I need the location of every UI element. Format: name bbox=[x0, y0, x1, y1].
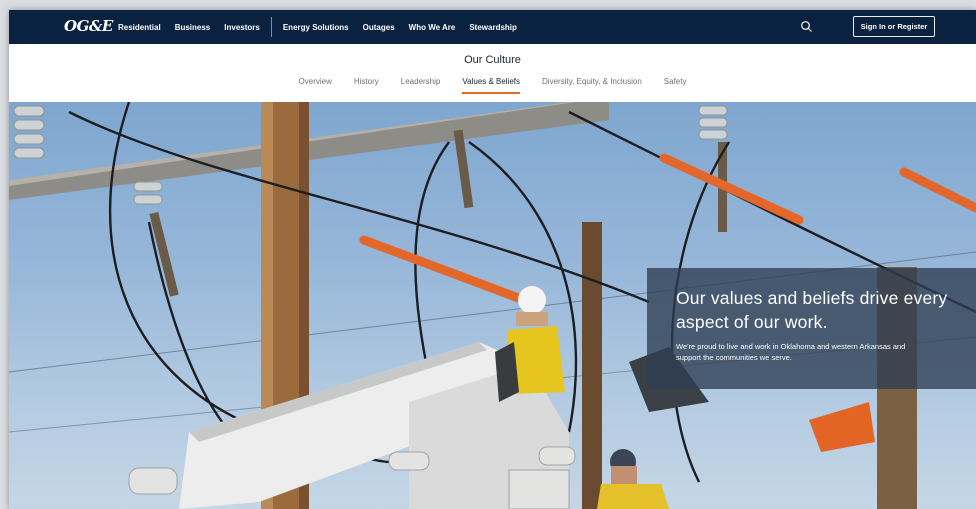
sign-in-register-button[interactable]: Sign In or Register bbox=[853, 16, 935, 37]
tab-history[interactable]: History bbox=[354, 77, 379, 94]
hero-banner: Our values and beliefs drive every aspec… bbox=[9, 102, 976, 509]
search-icon[interactable] bbox=[800, 20, 813, 33]
nav-item-business[interactable]: Business bbox=[175, 23, 211, 32]
nav-item-stewardship[interactable]: Stewardship bbox=[469, 23, 517, 32]
nav-divider bbox=[270, 17, 272, 37]
top-navigation-bar: OG&E Residential Business Investors Ener… bbox=[9, 10, 976, 44]
nav-item-investors[interactable]: Investors bbox=[224, 23, 260, 32]
primary-nav: Residential Business Investors Energy So… bbox=[118, 10, 531, 44]
section-tabs: Overview History Leadership Values & Bel… bbox=[9, 77, 976, 94]
tab-diversity-equity-inclusion[interactable]: Diversity, Equity, & Inclusion bbox=[542, 77, 642, 94]
section-title: Our Culture bbox=[464, 54, 521, 66]
nav-item-outages[interactable]: Outages bbox=[363, 23, 395, 32]
tab-leadership[interactable]: Leadership bbox=[401, 77, 441, 94]
nav-item-who-we-are[interactable]: Who We Are bbox=[409, 23, 456, 32]
browser-page: OG&E Residential Business Investors Ener… bbox=[9, 10, 976, 509]
tab-overview[interactable]: Overview bbox=[299, 77, 332, 94]
section-subnav: Our Culture Overview History Leadership … bbox=[9, 44, 976, 102]
nav-item-energy-solutions[interactable]: Energy Solutions bbox=[283, 23, 349, 32]
hero-headline: Our values and beliefs drive every aspec… bbox=[676, 288, 948, 332]
tab-safety[interactable]: Safety bbox=[664, 77, 687, 94]
tab-values-beliefs[interactable]: Values & Beliefs bbox=[462, 77, 521, 94]
hero-message-card: Our values and beliefs drive every aspec… bbox=[647, 268, 976, 389]
hero-body-text: We're proud to live and work in Oklahoma… bbox=[676, 342, 906, 362]
oge-logo[interactable]: OG&E bbox=[64, 17, 113, 35]
nav-item-residential[interactable]: Residential bbox=[118, 23, 161, 32]
